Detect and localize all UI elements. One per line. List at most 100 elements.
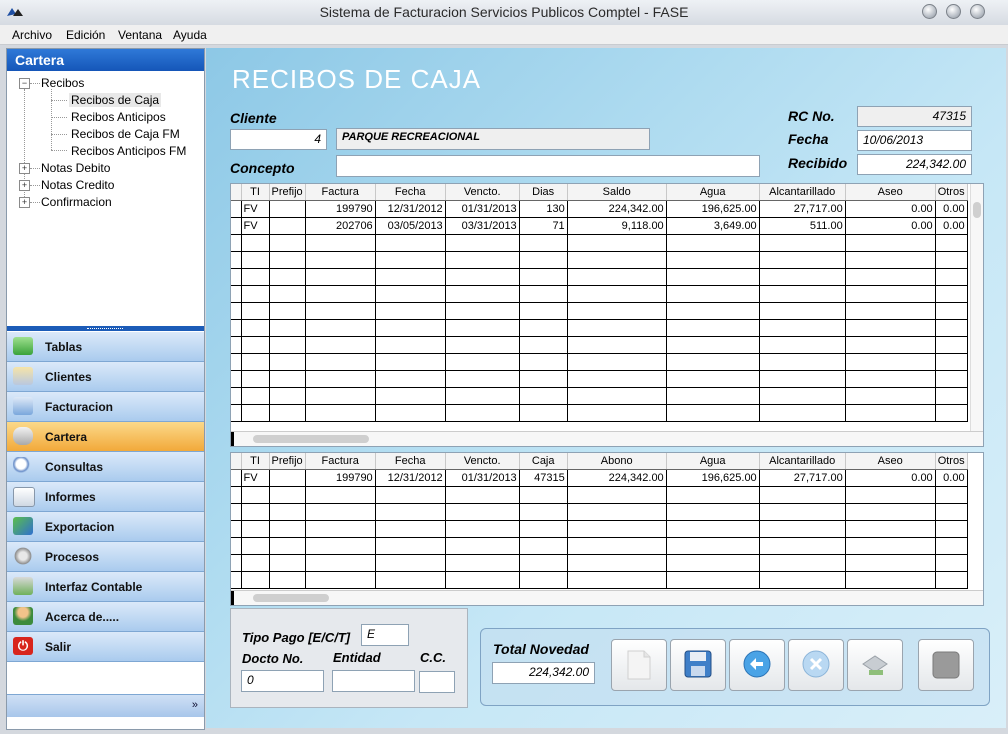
table-row[interactable] bbox=[231, 319, 968, 337]
table-cell[interactable] bbox=[845, 251, 936, 269]
table-cell[interactable] bbox=[519, 554, 568, 572]
table-cell[interactable] bbox=[935, 554, 968, 572]
tree-item-notas-debito[interactable]: Notas Debito bbox=[41, 161, 110, 175]
table-cell[interactable] bbox=[845, 353, 936, 371]
tree-item-confirmacion[interactable]: Confirmacion bbox=[41, 195, 112, 209]
table-row[interactable] bbox=[231, 486, 968, 504]
table-cell[interactable] bbox=[445, 503, 520, 521]
table-cell[interactable] bbox=[305, 537, 376, 555]
table-cell[interactable] bbox=[666, 268, 760, 286]
table-cell[interactable] bbox=[666, 571, 760, 589]
table-cell[interactable] bbox=[241, 537, 270, 555]
menu-ayuda[interactable]: Ayuda bbox=[173, 28, 207, 42]
table-cell[interactable] bbox=[269, 336, 306, 354]
table-cell[interactable] bbox=[519, 234, 568, 252]
table-cell[interactable] bbox=[935, 571, 968, 589]
table-cell[interactable] bbox=[519, 319, 568, 337]
table-cell[interactable]: 130 bbox=[519, 200, 568, 218]
table-cell[interactable] bbox=[305, 554, 376, 572]
table-cell[interactable] bbox=[519, 503, 568, 521]
row-selector[interactable] bbox=[231, 370, 242, 388]
concepto-field[interactable] bbox=[336, 155, 760, 177]
table-cell[interactable]: 0.00 bbox=[935, 217, 968, 235]
table-cell[interactable] bbox=[305, 370, 376, 388]
rc-no-field[interactable]: 47315 bbox=[857, 106, 972, 127]
table-cell[interactable] bbox=[567, 486, 667, 504]
fecha-field[interactable]: 10/06/2013 bbox=[857, 130, 972, 151]
col-aseo[interactable]: Aseo bbox=[845, 184, 936, 201]
table-cell[interactable] bbox=[305, 234, 376, 252]
table-cell[interactable] bbox=[375, 319, 446, 337]
table-cell[interactable] bbox=[269, 404, 306, 422]
table-cell[interactable] bbox=[375, 404, 446, 422]
table-cell[interactable] bbox=[241, 353, 270, 371]
table-cell[interactable] bbox=[445, 251, 520, 269]
row-selector[interactable] bbox=[231, 200, 242, 218]
table-cell[interactable] bbox=[567, 353, 667, 371]
table-cell[interactable] bbox=[241, 486, 270, 504]
table-cell[interactable] bbox=[935, 503, 968, 521]
table-cell[interactable] bbox=[375, 503, 446, 521]
table-cell[interactable] bbox=[241, 319, 270, 337]
table-cell[interactable] bbox=[445, 353, 520, 371]
table-cell[interactable] bbox=[666, 537, 760, 555]
table-cell[interactable] bbox=[375, 370, 446, 388]
table-cell[interactable] bbox=[759, 486, 846, 504]
table-row[interactable] bbox=[231, 370, 968, 388]
tree-item-recibos-de-caja[interactable]: Recibos de Caja bbox=[69, 93, 162, 107]
table-cell[interactable]: 12/31/2012 bbox=[375, 200, 446, 218]
table-cell[interactable] bbox=[269, 268, 306, 286]
table-cell[interactable]: FV bbox=[241, 217, 270, 235]
table-cell[interactable] bbox=[845, 520, 936, 538]
table-cell[interactable] bbox=[759, 404, 846, 422]
col-fecha[interactable]: Fecha bbox=[375, 453, 446, 470]
table-cell[interactable] bbox=[269, 319, 306, 337]
table-cell[interactable] bbox=[445, 387, 520, 405]
table-cell[interactable] bbox=[241, 520, 270, 538]
table-cell[interactable] bbox=[567, 234, 667, 252]
table-cell[interactable] bbox=[666, 554, 760, 572]
table-cell[interactable] bbox=[305, 404, 376, 422]
table-cell[interactable] bbox=[445, 302, 520, 320]
table-cell[interactable] bbox=[845, 554, 936, 572]
title-bar[interactable]: Sistema de Facturacion Servicios Publico… bbox=[0, 0, 1008, 26]
total-novedad-field[interactable]: 224,342.00 bbox=[492, 662, 595, 684]
table-cell[interactable] bbox=[845, 537, 936, 555]
table-cell[interactable]: 0.00 bbox=[935, 469, 968, 487]
table-row[interactable] bbox=[231, 268, 968, 286]
menu-edicion[interactable]: Edición bbox=[66, 28, 105, 42]
col-vencto[interactable]: Vencto. bbox=[445, 453, 520, 470]
table-cell[interactable] bbox=[567, 520, 667, 538]
table-cell[interactable] bbox=[445, 571, 520, 589]
table-cell[interactable] bbox=[241, 554, 270, 572]
table-cell[interactable] bbox=[269, 520, 306, 538]
table-cell[interactable] bbox=[519, 486, 568, 504]
table-cell[interactable] bbox=[666, 370, 760, 388]
table-cell[interactable] bbox=[666, 520, 760, 538]
table-cell[interactable] bbox=[845, 370, 936, 388]
table-cell[interactable] bbox=[567, 319, 667, 337]
table-cell[interactable] bbox=[305, 387, 376, 405]
table-cell[interactable] bbox=[759, 302, 846, 320]
table-cell[interactable] bbox=[269, 469, 306, 487]
table-cell[interactable]: 202706 bbox=[305, 217, 376, 235]
table-cell[interactable] bbox=[845, 387, 936, 405]
collapse-recibos-icon[interactable]: − bbox=[19, 78, 30, 89]
table-cell[interactable]: 01/31/2013 bbox=[445, 469, 520, 487]
table-cell[interactable] bbox=[567, 285, 667, 303]
table-cell[interactable] bbox=[666, 486, 760, 504]
table-cell[interactable]: 511.00 bbox=[759, 217, 846, 235]
table-cell[interactable] bbox=[935, 251, 968, 269]
table-cell[interactable] bbox=[845, 503, 936, 521]
cc-field[interactable] bbox=[419, 671, 455, 693]
table-cell[interactable] bbox=[269, 285, 306, 303]
tree-item-recibos-anticipos-fm[interactable]: Recibos Anticipos FM bbox=[71, 144, 186, 158]
table-cell[interactable] bbox=[375, 234, 446, 252]
menu-ventana[interactable]: Ventana bbox=[118, 28, 162, 42]
table-cell[interactable] bbox=[567, 503, 667, 521]
table-row[interactable] bbox=[231, 302, 968, 320]
table-cell[interactable] bbox=[845, 302, 936, 320]
col-prefijo[interactable]: Prefijo bbox=[269, 453, 306, 470]
col-caja[interactable]: Caja bbox=[519, 453, 568, 470]
table-cell[interactable] bbox=[445, 537, 520, 555]
